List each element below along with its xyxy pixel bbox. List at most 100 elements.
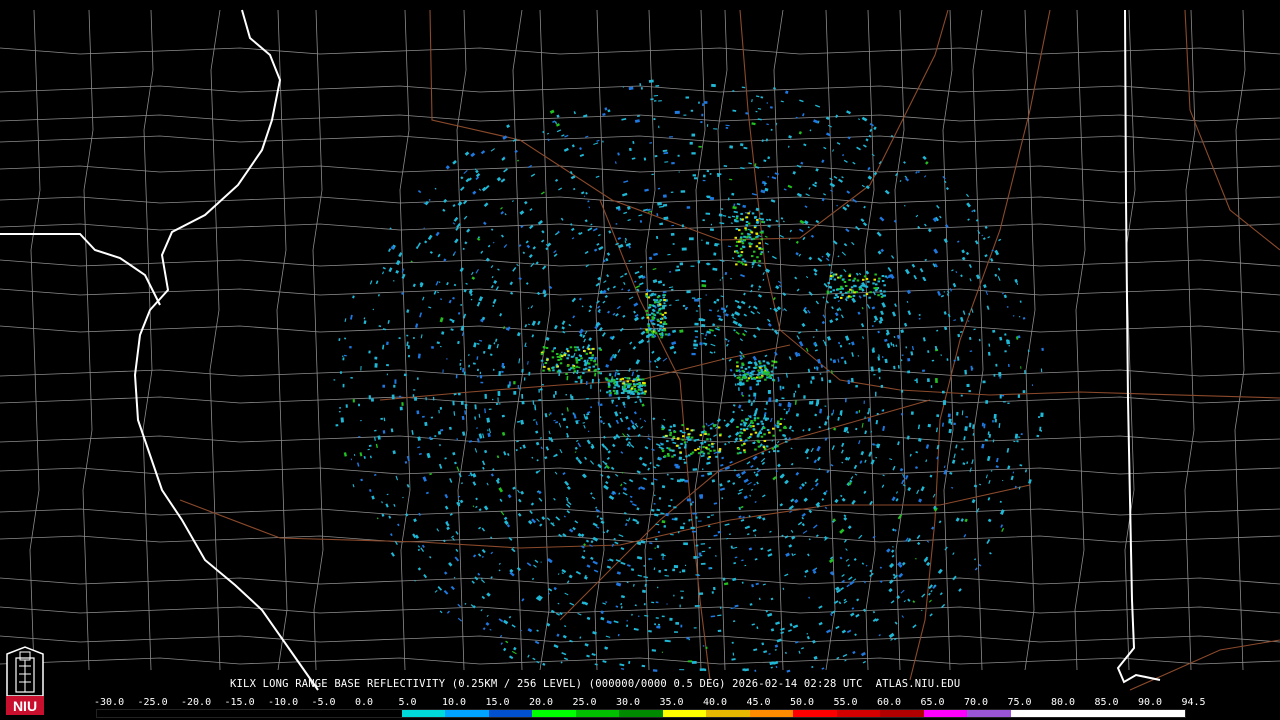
echo-pixel xyxy=(754,669,757,672)
echo-pixel xyxy=(568,528,574,533)
echo-pixel xyxy=(624,237,628,241)
echo-pixel xyxy=(962,462,966,466)
echo-pixel xyxy=(862,144,867,148)
echo-cluster-pixel xyxy=(740,212,743,215)
echo-pixel xyxy=(795,471,800,476)
echo-pixel xyxy=(577,532,582,537)
echo-pixel xyxy=(861,307,864,310)
echo-cluster-pixel xyxy=(661,428,664,431)
echo-pixel xyxy=(406,334,409,337)
echo-pixel xyxy=(826,415,830,420)
echo-pixel xyxy=(797,384,800,388)
echo-pixel xyxy=(359,452,363,457)
echo-pixel xyxy=(916,378,918,384)
echo-pixel xyxy=(742,204,747,209)
echo-pixel xyxy=(894,621,898,625)
echo-pixel xyxy=(884,358,888,362)
echo-pixel xyxy=(394,379,397,384)
echo-pixel xyxy=(1028,479,1032,484)
echo-pixel xyxy=(887,267,892,272)
echo-pixel xyxy=(968,422,972,428)
echo-pixel xyxy=(841,442,845,448)
echo-pixel xyxy=(680,596,684,599)
echo-pixel xyxy=(450,328,454,331)
echo-pixel xyxy=(813,655,818,660)
echo-pixel xyxy=(579,636,582,639)
echo-pixel xyxy=(702,179,706,182)
state-border-mississippi xyxy=(133,9,319,691)
echo-cluster-pixel xyxy=(741,419,744,422)
echo-pixel xyxy=(814,478,819,483)
echo-pixel xyxy=(615,404,618,407)
echo-pixel xyxy=(740,273,745,278)
echo-pixel xyxy=(546,132,550,135)
echo-pixel xyxy=(542,662,546,666)
echo-pixel xyxy=(445,521,450,527)
echo-cluster-pixel xyxy=(743,451,747,454)
echo-pixel xyxy=(994,418,997,423)
echo-pixel xyxy=(380,417,383,420)
echo-pixel xyxy=(643,419,647,423)
echo-pixel xyxy=(685,564,687,566)
echo-cluster-pixel xyxy=(756,256,759,259)
echo-pixel xyxy=(798,486,803,490)
echo-pixel xyxy=(417,353,421,359)
scale-swatch xyxy=(140,710,185,717)
echo-pixel xyxy=(537,220,544,225)
echo-pixel xyxy=(956,356,960,361)
echo-pixel xyxy=(476,356,479,360)
echo-pixel xyxy=(503,647,507,652)
echo-pixel xyxy=(595,506,598,509)
echo-pixel xyxy=(531,577,535,581)
echo-pixel xyxy=(837,178,844,183)
echo-cluster-pixel xyxy=(776,425,780,428)
echo-pixel xyxy=(868,408,870,413)
echo-pixel xyxy=(1024,370,1026,375)
echo-pixel xyxy=(658,125,660,129)
echo-pixel xyxy=(766,318,771,323)
county-line xyxy=(142,9,154,671)
echo-pixel xyxy=(595,175,600,179)
echo-cluster-pixel xyxy=(741,258,745,261)
echo-pixel xyxy=(949,288,952,292)
scale-swatch xyxy=(923,710,968,717)
echo-pixel xyxy=(596,139,600,142)
echo-pixel xyxy=(834,498,839,504)
echo-pixel xyxy=(672,441,677,445)
echo-pixel xyxy=(822,193,827,196)
echo-pixel xyxy=(374,429,377,432)
county-line xyxy=(0,657,1280,665)
echo-pixel xyxy=(862,222,868,227)
echo-pixel xyxy=(433,290,437,295)
echo-pixel xyxy=(1040,368,1043,373)
echo-cluster-pixel xyxy=(833,273,836,276)
echo-cluster-pixel xyxy=(836,288,839,291)
echo-pixel xyxy=(992,329,996,333)
echo-pixel xyxy=(925,444,930,449)
echo-cluster-pixel xyxy=(743,260,747,263)
echo-pixel xyxy=(655,365,659,369)
echo-pixel xyxy=(707,424,710,427)
echo-pixel xyxy=(732,320,739,325)
echo-pixel xyxy=(955,444,958,449)
echo-pixel xyxy=(416,377,419,380)
echo-pixel xyxy=(566,485,571,490)
echo-pixel xyxy=(679,571,681,573)
echo-pixel xyxy=(911,345,915,351)
echo-pixel xyxy=(386,341,389,346)
echo-cluster-pixel xyxy=(758,371,761,374)
echo-pixel xyxy=(757,294,763,298)
echo-pixel xyxy=(496,176,502,182)
echo-cluster-pixel xyxy=(686,427,689,430)
echo-pixel xyxy=(915,171,918,174)
echo-pixel xyxy=(761,642,765,646)
echo-pixel xyxy=(527,307,530,310)
echo-pixel xyxy=(686,290,691,294)
echo-pixel xyxy=(678,171,680,173)
echo-pixel xyxy=(541,516,546,521)
echo-pixel xyxy=(517,159,520,162)
echo-pixel xyxy=(841,461,844,464)
echo-pixel xyxy=(873,315,879,321)
echo-pixel xyxy=(668,504,672,507)
echo-pixel xyxy=(455,548,459,552)
